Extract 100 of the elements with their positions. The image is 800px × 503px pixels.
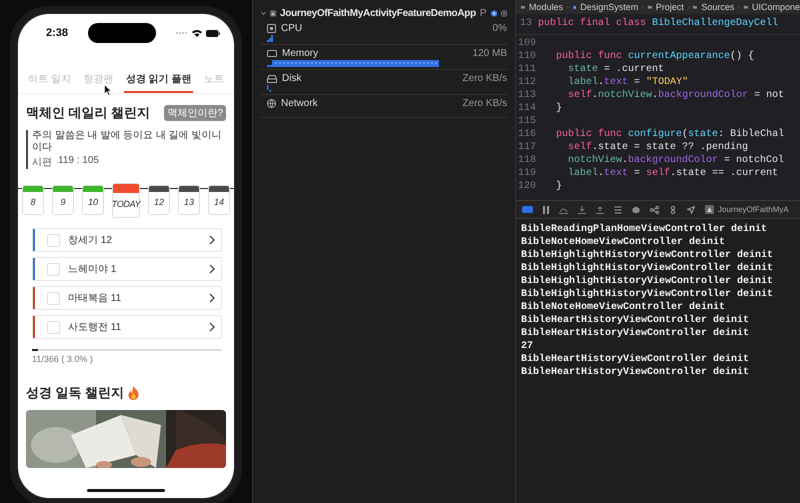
code-token: backgroundColor	[658, 90, 748, 101]
code-token: label	[567, 77, 598, 88]
verse-text: 주의 말씀은 내 발에 등이요 내 길에 빛이니이다	[32, 130, 222, 154]
mouse-cursor-icon	[104, 84, 112, 96]
line-number: 110	[516, 50, 536, 63]
code-token: backgroundColor	[628, 155, 718, 166]
gauge-name: CPU	[281, 23, 304, 34]
console-line: BibleHighlightHistoryViewController deinit	[521, 288, 774, 301]
code-token: "TODAY"	[646, 77, 688, 88]
gauge-name: Memory	[282, 48, 320, 59]
section-title: 맥체인 데일리 챌린지	[26, 104, 150, 122]
breadcrumb-item[interactable]: Modules	[528, 2, 564, 12]
code-token: currentAppearance	[628, 51, 730, 62]
checkbox[interactable]	[47, 292, 60, 304]
status-time: 2:38	[46, 27, 68, 39]
graph-icon[interactable]	[650, 206, 659, 214]
globe-icon	[267, 99, 276, 108]
breadcrumb-item[interactable]: Sources	[701, 2, 734, 12]
code-token: configure	[628, 129, 682, 140]
code-token: text	[604, 168, 628, 179]
checkbox[interactable]	[47, 234, 60, 246]
line-number: 116	[516, 128, 536, 141]
code-token: BibleChallengeDayCell	[652, 18, 778, 29]
day-card[interactable]: 14	[208, 185, 230, 215]
breadcrumb-item[interactable]: DesignSystem	[580, 2, 638, 12]
day-card[interactable]: TODAY	[112, 183, 140, 218]
code-token: .	[622, 155, 628, 166]
code-token: .	[598, 168, 604, 179]
code-token: = .current	[603, 64, 664, 75]
step-over-icon[interactable]	[559, 206, 568, 214]
stop-icon	[500, 8, 508, 18]
line-number: 111	[516, 63, 536, 76]
folder-icon	[744, 3, 748, 11]
reading-item[interactable]: 마태복음 11	[32, 286, 222, 310]
battery-icon	[206, 30, 220, 36]
wifi-icon	[192, 29, 202, 37]
verse-book: 시편	[32, 156, 52, 169]
line-number: 113	[516, 89, 536, 102]
breadcrumb-item[interactable]: Project	[656, 2, 684, 12]
scheme-name: JourneyOfFaithMyA	[718, 205, 789, 214]
code-token: }	[555, 103, 562, 114]
folder-icon	[648, 3, 652, 11]
step-in-icon[interactable]	[578, 206, 586, 214]
code-token: text	[604, 77, 628, 88]
chevron-right-icon	[209, 264, 215, 274]
progress-text: 11/366 ( 3.0% )	[32, 354, 94, 364]
gauge-value: Zero KB/s	[462, 98, 507, 109]
chevron-down-icon	[261, 10, 266, 16]
console-line: BibleHeartHistoryViewController deinit	[521, 327, 750, 340]
code-token: : BibleChal	[718, 129, 784, 140]
line-number: 119	[516, 167, 536, 180]
day-card[interactable]: 10	[82, 185, 104, 215]
console-line: BibleHighlightHistoryViewController deinit	[521, 249, 774, 262]
gauge-value: 120 MB	[472, 48, 507, 59]
reading-item[interactable]: 사도행전 11	[32, 315, 222, 339]
location-icon[interactable]	[687, 206, 695, 214]
line-number: 115	[516, 115, 536, 128]
signal-icon	[176, 31, 188, 35]
console-line: BibleReadingPlanHomeViewController deinit	[521, 223, 768, 236]
day-card[interactable]: 12	[148, 185, 170, 215]
code-token: .	[598, 77, 604, 88]
section-title: 성경 일독 챌린지	[26, 384, 124, 402]
cube-icon[interactable]	[632, 206, 640, 214]
console-toggle-icon[interactable]	[522, 206, 533, 213]
pause-icon[interactable]	[543, 206, 549, 214]
code-token: self	[646, 168, 670, 179]
verse-reference: 119 : 105	[58, 155, 99, 168]
reading-item[interactable]: 창세기 12	[32, 228, 222, 252]
process-label: P	[480, 8, 487, 18]
line-number: 120	[516, 180, 536, 193]
reading-item[interactable]: 느헤미야 1	[32, 257, 222, 281]
chevron-right-icon	[209, 293, 215, 303]
checkbox[interactable]	[47, 320, 60, 334]
code-token: () {	[730, 51, 754, 62]
day-card[interactable]: 8	[22, 185, 44, 215]
console-line: BibleNoteHomeViewController deinit	[521, 236, 726, 249]
app-icon	[270, 8, 276, 18]
console-line: 27	[521, 340, 534, 353]
stack-icon[interactable]	[614, 206, 622, 214]
code-token: label	[567, 168, 598, 179]
code-token: notchView	[567, 155, 622, 166]
folder-icon	[693, 3, 698, 11]
day-card[interactable]: 13	[178, 185, 200, 215]
code-token: notchView	[598, 90, 652, 101]
code-token: = not	[753, 90, 784, 101]
line-number: 13	[518, 17, 532, 31]
code-token: state	[688, 129, 718, 140]
line-number: 114	[516, 102, 536, 115]
code-token: =	[633, 168, 642, 179]
tab[interactable]: 성경 읽기 플랜	[124, 68, 194, 93]
code-token: .state = state ?? .pending	[592, 142, 748, 153]
step-out-icon[interactable]	[596, 206, 604, 214]
console-line: BibleHeartHistoryViewController deinit	[521, 366, 750, 379]
code-token: public func	[555, 129, 624, 140]
breadcrumb-item[interactable]: UICompone	[752, 2, 800, 12]
day-card[interactable]: 9	[52, 185, 74, 215]
console-line: BibleHeartHistoryViewController deinit	[521, 353, 750, 366]
console-line: BibleHighlightHistoryViewController deinit	[521, 275, 774, 288]
checkbox[interactable]	[47, 262, 60, 276]
code-token: (	[682, 129, 688, 140]
